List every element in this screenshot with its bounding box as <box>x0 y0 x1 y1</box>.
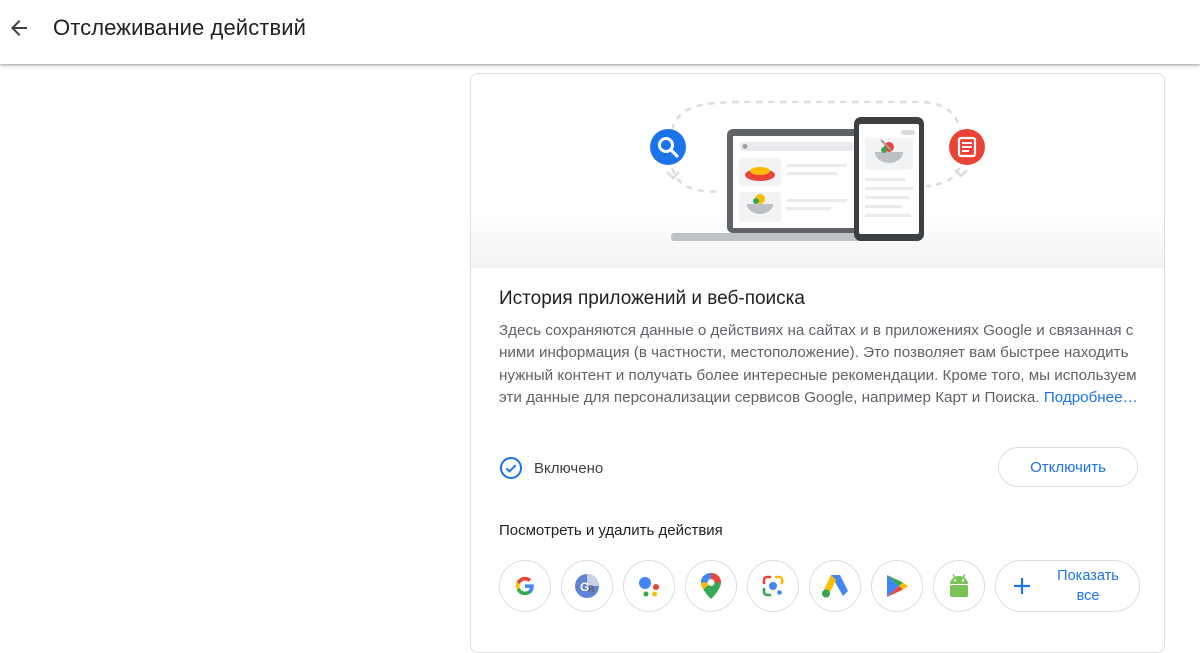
android-icon <box>950 574 968 597</box>
back-button[interactable] <box>2 10 36 46</box>
top-app-bar: Отслеживание действий <box>0 0 1200 64</box>
app-google-assistant[interactable] <box>623 560 675 612</box>
status-row: Включено <box>499 456 603 480</box>
google-assistant-icon <box>639 577 659 597</box>
description-text: Здесь сохраняются данные о действиях на … <box>499 322 1137 406</box>
card-description: Здесь сохраняются данные о действиях на … <box>499 320 1139 409</box>
google-maps-icon <box>701 573 721 599</box>
search-icon <box>650 129 686 165</box>
document-icon <box>949 129 985 165</box>
app-google-play[interactable] <box>871 560 923 612</box>
status-label: Включено <box>534 459 604 477</box>
disable-button[interactable]: Отключить <box>998 447 1138 487</box>
google-lens-icon <box>762 575 784 597</box>
google-search-icon <box>515 576 534 596</box>
check-circle-icon <box>500 457 522 479</box>
app-google-search[interactable] <box>499 560 551 612</box>
app-google-translate[interactable]: G R <box>561 560 613 612</box>
phone-icon <box>854 117 924 241</box>
app-list: G R Показать все <box>499 560 1140 612</box>
google-translate-icon: G R <box>575 574 599 598</box>
app-google-lens[interactable] <box>747 560 799 612</box>
google-ads-icon <box>822 575 848 598</box>
hero-illustration <box>471 74 1164 268</box>
show-all-label: Показать все <box>1057 568 1119 604</box>
app-android[interactable] <box>933 560 985 612</box>
arrow-back-icon <box>11 20 27 36</box>
show-all-button[interactable]: Показать все <box>995 560 1140 612</box>
app-google-ads[interactable] <box>809 560 861 612</box>
page-title: Отслеживание действий <box>53 15 307 40</box>
section-title: Посмотреть и удалить действия <box>499 522 723 539</box>
google-play-icon <box>887 575 908 597</box>
svg-text:R: R <box>588 584 595 594</box>
app-google-maps[interactable] <box>685 560 737 612</box>
card-title: История приложений и веб-поиска <box>499 288 805 309</box>
activity-control-card: История приложений и веб-поиска Здесь со… <box>470 73 1165 653</box>
learn-more-link[interactable]: Подробнее… <box>1044 389 1138 406</box>
plus-icon <box>996 575 1048 597</box>
